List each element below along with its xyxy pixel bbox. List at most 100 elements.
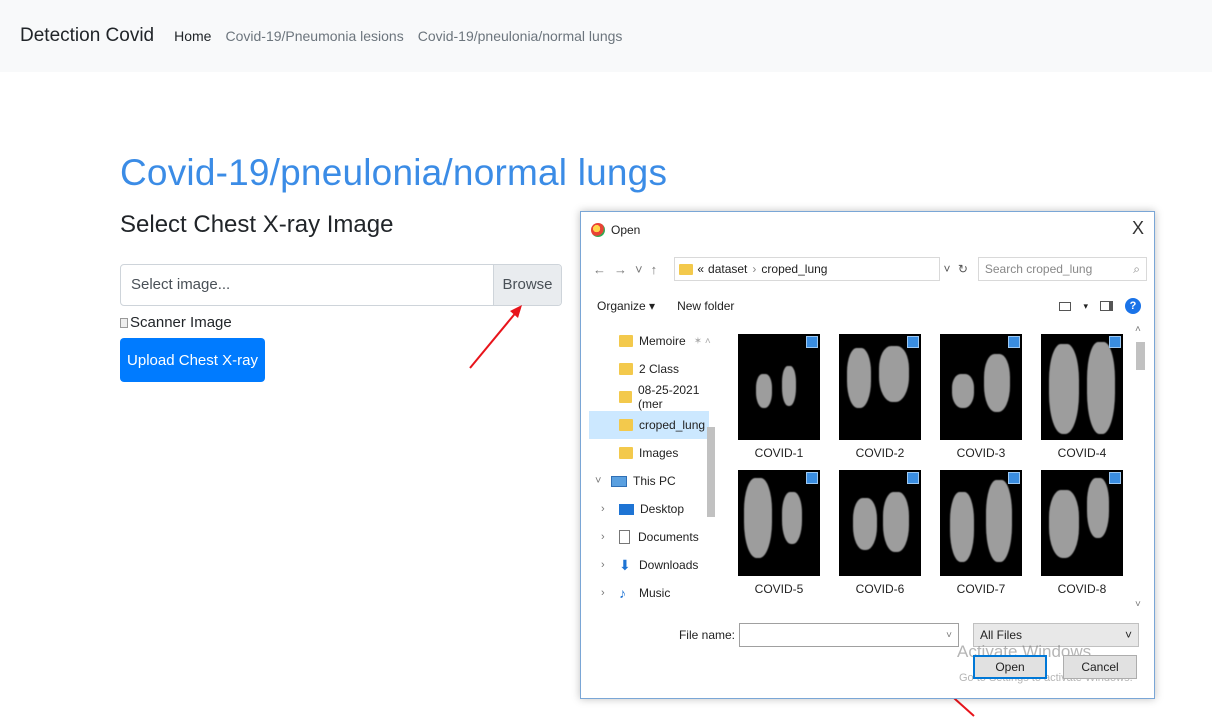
sidebar-item-croped-lung[interactable]: croped_lung — [589, 411, 709, 439]
dialog-titlebar: Open X — [581, 212, 1154, 248]
dialog-buttons: Open Cancel — [973, 655, 1137, 679]
sidebar-item-desktop[interactable]: › Desktop — [589, 495, 721, 523]
dropdown-chevron-icon[interactable]: ˅ — [944, 262, 951, 276]
folder-icon — [619, 391, 632, 403]
upload-button[interactable]: Upload Chest X-ray — [120, 338, 265, 382]
organize-menu[interactable]: Organize ▾ — [597, 299, 655, 313]
file-grid-scroll-thumb[interactable] — [1136, 342, 1145, 370]
page: Detection Covid Home Covid-19/Pneumonia … — [0, 0, 1212, 718]
thumbnail — [940, 334, 1022, 440]
file-label: COVID-7 — [956, 582, 1006, 596]
new-folder-button[interactable]: New folder — [677, 299, 734, 313]
collapse-chevron-icon[interactable]: › — [601, 587, 605, 599]
folder-icon — [619, 363, 633, 375]
up-arrow-icon[interactable]: ↑ — [651, 262, 658, 277]
file-type-value: All Files — [980, 628, 1023, 642]
file-tile-covid-4[interactable]: COVID-4 — [1032, 334, 1132, 460]
file-tile-covid-2[interactable]: COVID-2 — [830, 334, 930, 460]
folder-icon — [619, 419, 633, 431]
annotation-arrow-browse — [469, 305, 522, 369]
thumbnail — [839, 470, 921, 576]
collapse-chevron-icon[interactable]: › — [601, 503, 605, 515]
image-file-icon — [1008, 336, 1020, 348]
scroll-down-icon[interactable]: ˅ — [1135, 599, 1141, 610]
navbar-brand[interactable]: Detection Covid — [20, 25, 154, 47]
nav-link-home[interactable]: Home — [174, 28, 211, 44]
navigation-pane: Memoire ✶ ˄ 2 Class 08-25-2021 (mer crop… — [589, 327, 721, 609]
open-file-dialog: Open X ← → ˅ ↑ « dataset › croped_lung ˅… — [580, 211, 1155, 699]
breadcrumb-dataset[interactable]: dataset — [708, 262, 747, 276]
file-name-input[interactable]: ˅ — [739, 623, 959, 647]
sidebar-item-label: Images — [639, 446, 679, 460]
sidebar-scroll-thumb[interactable] — [707, 427, 715, 517]
file-label: COVID-6 — [855, 582, 905, 596]
desktop-icon — [619, 503, 634, 515]
breadcrumb-croped-lung[interactable]: croped_lung — [761, 262, 827, 276]
back-arrow-icon[interactable]: ← — [593, 262, 606, 277]
file-tile-covid-1[interactable]: COVID-1 — [729, 334, 829, 460]
sidebar-item-2-class[interactable]: 2 Class — [589, 355, 721, 383]
folder-icon — [619, 447, 633, 459]
thumbnail — [940, 470, 1022, 576]
collapse-chevron-icon[interactable]: › — [601, 559, 605, 571]
recent-chevron-icon[interactable]: ˅ — [635, 262, 643, 277]
sidebar-item-images[interactable]: Images — [589, 439, 721, 467]
image-file-icon — [907, 472, 919, 484]
nav-link-pneumonia-lesions[interactable]: Covid-19/Pneumonia lesions — [225, 28, 403, 44]
section-title: Select Chest X-ray Image — [120, 211, 394, 238]
broken-image-icon — [120, 317, 128, 328]
browse-button[interactable]: Browse — [493, 265, 561, 305]
thumbnail — [738, 334, 820, 440]
file-tile-covid-8[interactable]: COVID-8 — [1032, 470, 1132, 596]
chrome-icon — [591, 223, 605, 237]
refresh-icon[interactable]: ↻ — [958, 262, 968, 276]
documents-icon — [619, 530, 630, 544]
image-file-icon — [1008, 472, 1020, 484]
sidebar-item-label: Desktop — [640, 502, 685, 516]
dropdown-chevron-icon[interactable]: ˅ — [946, 630, 952, 641]
file-tile-covid-7[interactable]: COVID-7 — [931, 470, 1031, 596]
scanner-image: Scanner Image — [120, 314, 232, 331]
dialog-title: Open — [611, 223, 641, 237]
collapse-chevron-icon[interactable]: › — [601, 531, 605, 543]
search-input[interactable]: Search croped_lung ⌕ — [977, 257, 1147, 281]
sidebar-item-label: This PC — [633, 474, 676, 488]
sidebar-item-music[interactable]: › ♪ Music — [589, 579, 721, 607]
file-tile-covid-5[interactable]: COVID-5 — [729, 470, 829, 596]
preview-pane-icon[interactable] — [1100, 301, 1113, 311]
nav-link-normal-lungs[interactable]: Covid-19/pneulonia/normal lungs — [418, 28, 623, 44]
search-placeholder: Search croped_lung — [984, 262, 1093, 276]
image-file-icon — [1109, 472, 1121, 484]
thumbnail — [738, 470, 820, 576]
sidebar-item-label: 2 Class — [639, 362, 680, 376]
forward-arrow-icon[interactable]: → — [614, 262, 627, 277]
expand-chevron-icon[interactable]: ˅ — [595, 475, 601, 487]
scroll-up-icon[interactable]: ˄ — [1135, 324, 1141, 335]
file-tile-covid-3[interactable]: COVID-3 — [931, 334, 1031, 460]
file-grid-scrollbar[interactable]: ˄ ˅ — [1134, 324, 1146, 610]
sidebar-item-08-25-2021[interactable]: 08-25-2021 (mer — [589, 383, 721, 411]
file-tile-covid-6[interactable]: COVID-6 — [830, 470, 930, 596]
address-row: ← → ˅ ↑ « dataset › croped_lung ˅ ↻ Sear… — [589, 256, 1147, 282]
sidebar-item-downloads[interactable]: › ⬇ Downloads — [589, 551, 721, 579]
open-button[interactable]: Open — [973, 655, 1047, 679]
sidebar-item-label: Documents — [638, 530, 699, 544]
cancel-button[interactable]: Cancel — [1063, 655, 1137, 679]
help-icon[interactable]: ? — [1125, 298, 1141, 314]
sidebar-item-documents[interactable]: › Documents — [589, 523, 721, 551]
file-input-placeholder[interactable]: Select image... — [121, 265, 493, 305]
close-button[interactable]: X — [1132, 218, 1144, 239]
thumbnail — [1041, 334, 1123, 440]
sidebar-item-label: Downloads — [639, 558, 699, 572]
address-bar[interactable]: « dataset › croped_lung — [674, 257, 940, 281]
breadcrumb-prefix: « — [697, 262, 705, 276]
view-chevron-icon[interactable]: ▾ — [1083, 301, 1088, 312]
breadcrumb-separator: › — [752, 262, 757, 276]
image-file-icon — [1109, 336, 1121, 348]
view-options-icon[interactable] — [1059, 301, 1072, 311]
sidebar-item-memoire[interactable]: Memoire ✶ ˄ — [589, 327, 721, 355]
sidebar-scrollbar[interactable] — [705, 327, 715, 609]
file-label: COVID-3 — [956, 446, 1006, 460]
file-grid: COVID-1 COVID-2 COVID-3 COVID-4 COVID-5 … — [729, 324, 1134, 610]
sidebar-item-this-pc[interactable]: ˅ This PC — [589, 467, 721, 495]
